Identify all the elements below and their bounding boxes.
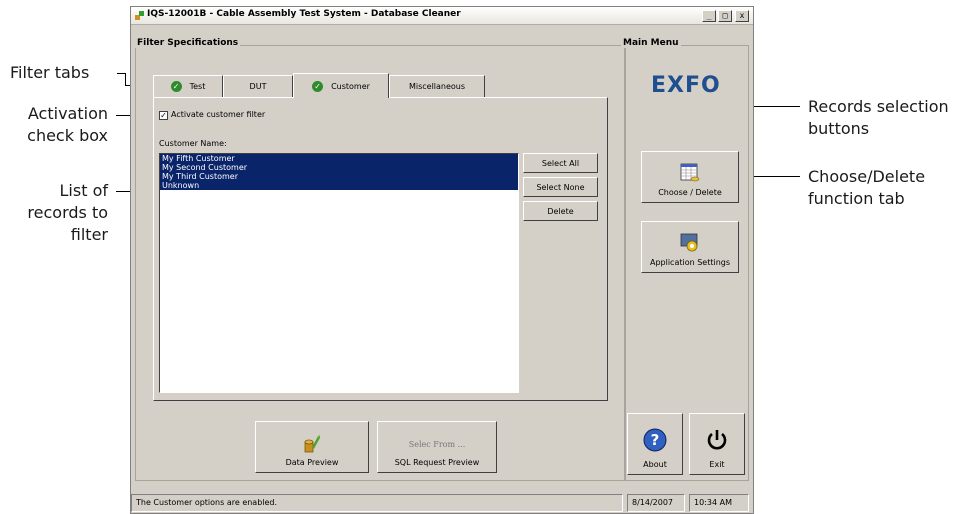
callout-line xyxy=(748,176,800,177)
about-label: About xyxy=(643,460,667,469)
about-button[interactable]: ? About xyxy=(627,413,683,475)
tab-dut-label: DUT xyxy=(249,82,267,91)
customer-name-label: Customer Name: xyxy=(159,139,227,148)
callout-records-line1: Records selection xyxy=(808,97,949,116)
callout-list-line1: List of xyxy=(59,181,108,200)
tab-dut[interactable]: DUT xyxy=(223,75,293,97)
help-icon: ? xyxy=(643,428,667,452)
svg-text:?: ? xyxy=(651,431,660,449)
callout-line xyxy=(125,73,126,85)
power-icon xyxy=(707,430,727,450)
callout-activation-line1: Activation xyxy=(27,104,108,123)
settings-icon xyxy=(680,233,698,252)
maximize-button[interactable]: □ xyxy=(718,10,732,22)
tab-miscellaneous-label: Miscellaneous xyxy=(408,82,466,91)
tab-customer-label: Customer xyxy=(331,81,370,91)
data-preview-icon xyxy=(304,435,321,453)
exit-label: Exit xyxy=(709,460,725,469)
minimize-button[interactable]: _ xyxy=(702,10,716,22)
records-listbox[interactable]: My Fifth Customer My Second Customer My … xyxy=(159,153,519,393)
list-item[interactable]: My Third Customer xyxy=(160,172,518,181)
callout-records-line2: buttons xyxy=(808,119,870,138)
choose-delete-button[interactable]: Choose / Delete xyxy=(641,151,739,203)
callout-choose-line1: Choose/Delete xyxy=(808,167,926,186)
callout-choose-delete: Choose/Delete function tab xyxy=(808,166,925,210)
sql-request-preview-label: SQL Request Preview xyxy=(394,458,480,467)
data-preview-button[interactable]: Data Preview xyxy=(255,421,369,473)
sql-search-icon: Selec From ... xyxy=(408,440,466,449)
callout-list: List of records to filter xyxy=(22,180,108,246)
callout-list-line3: filter xyxy=(70,225,108,244)
filter-specifications-title: Filter Specifications xyxy=(135,38,241,48)
callout-activation-line2: check box xyxy=(27,126,108,145)
tab-test-label: Test xyxy=(189,82,206,91)
callout-activation: Activation check box xyxy=(22,103,108,147)
check-icon: ✓ xyxy=(170,81,182,92)
list-item[interactable]: Unknown xyxy=(160,181,518,190)
activate-customer-filter-label: Activate customer filter xyxy=(171,110,266,119)
callout-filter-tabs: Filter tabs xyxy=(10,63,90,82)
select-none-button[interactable]: Select None xyxy=(523,177,598,197)
callout-records-selection: Records selection buttons xyxy=(808,96,949,140)
delete-button[interactable]: Delete xyxy=(523,201,598,221)
app-window: IQS-12001B - Cable Assembly Test System … xyxy=(130,6,754,514)
callout-choose-line2: function tab xyxy=(808,189,905,208)
check-icon: ✓ xyxy=(312,80,324,92)
choose-delete-label: Choose / Delete xyxy=(658,188,722,197)
window-title: IQS-12001B - Cable Assembly Test System … xyxy=(147,9,461,19)
status-message: The Customer options are enabled. xyxy=(131,494,623,512)
tab-miscellaneous[interactable]: Miscellaneous xyxy=(389,75,485,97)
app-icon xyxy=(135,11,144,20)
callout-list-line2: records to xyxy=(27,203,108,222)
close-button[interactable]: x xyxy=(735,10,749,22)
application-settings-button[interactable]: Application Settings xyxy=(641,221,739,273)
select-all-button[interactable]: Select All xyxy=(523,153,598,173)
callout-line xyxy=(117,73,125,74)
choose-delete-icon xyxy=(680,163,700,182)
exit-button[interactable]: Exit xyxy=(689,413,745,475)
title-bar: IQS-12001B - Cable Assembly Test System … xyxy=(131,7,753,25)
status-date: 8/14/2007 xyxy=(627,494,685,512)
exfo-logo: EXFO xyxy=(651,73,721,98)
list-item[interactable]: My Second Customer xyxy=(160,163,518,172)
application-settings-label: Application Settings xyxy=(649,258,731,267)
tab-test[interactable]: ✓ Test xyxy=(153,75,223,97)
data-preview-label: Data Preview xyxy=(285,458,339,467)
activate-customer-filter-checkbox[interactable]: ✓ xyxy=(159,111,168,120)
main-menu-title: Main Menu xyxy=(621,38,681,48)
status-bar: The Customer options are enabled. 8/14/2… xyxy=(131,492,753,513)
sql-request-preview-button[interactable]: Selec From ... SQL Request Preview xyxy=(377,421,497,473)
status-time: 10:34 AM xyxy=(689,494,749,512)
tab-customer[interactable]: ✓ Customer xyxy=(293,73,389,98)
list-item[interactable]: My Fifth Customer xyxy=(160,154,518,163)
